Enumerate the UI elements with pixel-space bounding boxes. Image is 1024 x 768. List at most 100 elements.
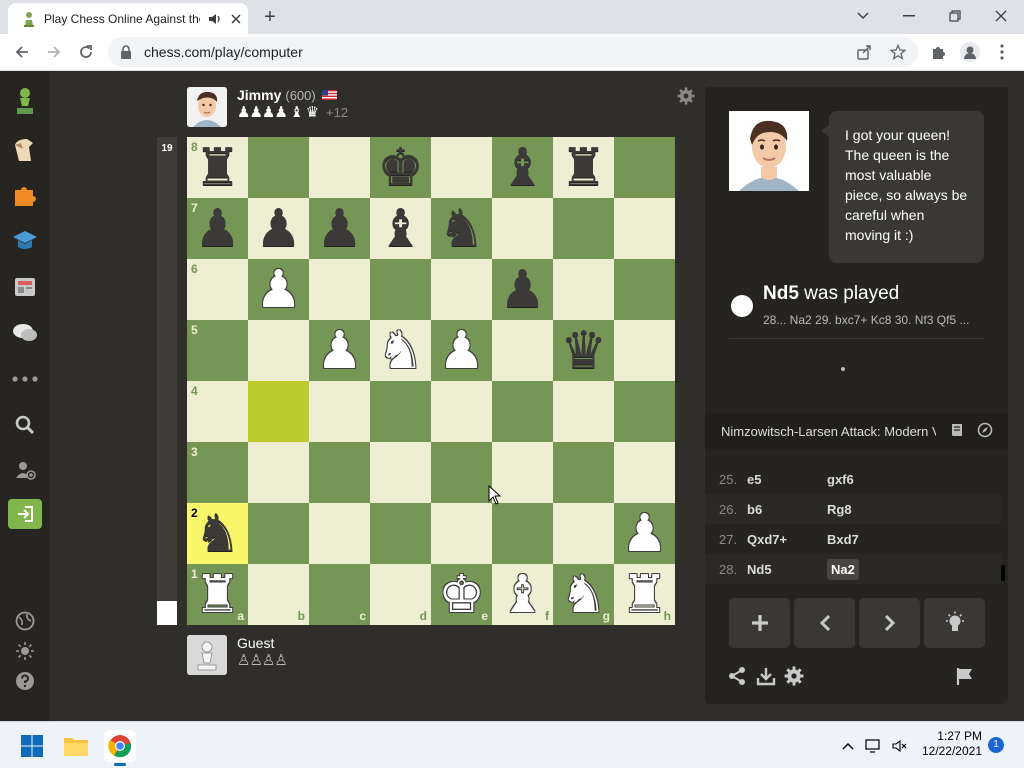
white-knight-icon[interactable]: ♞	[377, 325, 424, 377]
square-d7[interactable]: ♝	[370, 198, 431, 259]
black-move[interactable]: Rg8	[827, 502, 852, 517]
social-icon[interactable]	[9, 317, 41, 349]
square-f8[interactable]: ♝	[492, 137, 553, 198]
square-g5[interactable]: ♛	[553, 320, 614, 381]
black-bishop-icon[interactable]: ♝	[499, 142, 546, 194]
square-h5[interactable]	[614, 320, 675, 381]
new-tab-button[interactable]: +	[258, 6, 282, 28]
address-bar[interactable]: chess.com/play/computer	[108, 37, 918, 67]
white-rook-icon[interactable]: ♜	[194, 569, 241, 621]
tab-search-button[interactable]	[840, 2, 886, 30]
explorer-compass-icon[interactable]	[977, 422, 993, 438]
square-a6[interactable]: 6	[187, 259, 248, 320]
square-f7[interactable]	[492, 198, 553, 259]
white-king-icon[interactable]: ♚	[438, 569, 485, 621]
theme-icon[interactable]	[9, 635, 41, 667]
previous-move-button[interactable]	[794, 598, 855, 648]
square-g1[interactable]: g ♞	[553, 564, 614, 625]
square-e7[interactable]: ♞	[431, 198, 492, 259]
black-king-icon[interactable]: ♚	[377, 142, 424, 194]
square-a3[interactable]: 3	[187, 442, 248, 503]
back-button[interactable]	[8, 38, 36, 66]
square-h1[interactable]: h ♜	[614, 564, 675, 625]
square-a5[interactable]: 5	[187, 320, 248, 381]
forward-button[interactable]	[40, 38, 68, 66]
square-d5[interactable]: ♞	[370, 320, 431, 381]
watch-icon[interactable]	[9, 271, 41, 303]
start-button[interactable]	[16, 730, 48, 762]
white-move[interactable]: b6	[747, 502, 827, 517]
square-b7[interactable]: ♟	[248, 198, 309, 259]
square-h8[interactable]	[614, 137, 675, 198]
square-e1[interactable]: e ♚	[431, 564, 492, 625]
square-e8[interactable]	[431, 137, 492, 198]
puzzles-icon[interactable]	[9, 179, 41, 211]
square-h4[interactable]	[614, 381, 675, 442]
square-b4[interactable]	[248, 381, 309, 442]
white-move[interactable]: Nd5	[747, 562, 827, 577]
square-c6[interactable]	[309, 259, 370, 320]
login-button[interactable]	[8, 499, 42, 529]
square-a4[interactable]: 4	[187, 381, 248, 442]
square-e6[interactable]	[431, 259, 492, 320]
square-d1[interactable]: d	[370, 564, 431, 625]
square-a2[interactable]: 2 ♞	[187, 503, 248, 564]
square-b5[interactable]	[248, 320, 309, 381]
search-icon[interactable]	[9, 409, 41, 441]
square-b6[interactable]: ♟	[248, 259, 309, 320]
language-icon[interactable]	[9, 605, 41, 637]
square-d6[interactable]	[370, 259, 431, 320]
reload-button[interactable]	[72, 38, 100, 66]
black-pawn-icon[interactable]: ♟	[499, 264, 546, 316]
square-g3[interactable]	[553, 442, 614, 503]
black-move[interactable]: Bxd7	[827, 532, 859, 547]
play-icon[interactable]	[9, 133, 41, 165]
black-rook-icon[interactable]: ♜	[560, 142, 607, 194]
square-c5[interactable]: ♟	[309, 320, 370, 381]
black-pawn-icon[interactable]: ♟	[316, 203, 363, 255]
black-bishop-icon[interactable]: ♝	[377, 203, 424, 255]
share-icon[interactable]	[727, 666, 747, 686]
square-b3[interactable]	[248, 442, 309, 503]
square-h7[interactable]	[614, 198, 675, 259]
black-rook-icon[interactable]: ♜	[194, 142, 241, 194]
square-e2[interactable]	[431, 503, 492, 564]
square-d3[interactable]	[370, 442, 431, 503]
square-g7[interactable]	[553, 198, 614, 259]
black-knight-icon[interactable]: ♞	[194, 508, 241, 560]
opening-book-icon[interactable]	[949, 422, 965, 438]
profile-button[interactable]	[956, 38, 984, 66]
add-friend-icon[interactable]	[9, 455, 41, 487]
square-g2[interactable]	[553, 503, 614, 564]
player-name[interactable]: Guest	[237, 635, 287, 651]
learn-icon[interactable]	[9, 225, 41, 257]
move-list-scrollbar[interactable]	[1001, 565, 1005, 581]
square-f5[interactable]	[492, 320, 553, 381]
more-icon[interactable]	[9, 363, 41, 395]
next-move-button[interactable]	[859, 598, 920, 648]
share-icon[interactable]	[856, 44, 872, 60]
restore-button[interactable]	[932, 2, 978, 30]
white-pawn-icon[interactable]: ♟	[255, 264, 302, 316]
square-g4[interactable]	[553, 381, 614, 442]
notification-badge[interactable]: 1	[988, 737, 1004, 753]
square-c8[interactable]	[309, 137, 370, 198]
square-h3[interactable]	[614, 442, 675, 503]
square-b2[interactable]	[248, 503, 309, 564]
square-a7[interactable]: 7 ♟	[187, 198, 248, 259]
opponent-name[interactable]: Jimmy	[237, 87, 281, 103]
black-move[interactable]: gxf6	[827, 472, 854, 487]
square-c2[interactable]	[309, 503, 370, 564]
volume-muted-icon[interactable]	[884, 730, 916, 762]
square-d2[interactable]	[370, 503, 431, 564]
white-pawn-icon[interactable]: ♟	[316, 325, 363, 377]
square-f2[interactable]	[492, 503, 553, 564]
square-f1[interactable]: f ♝	[492, 564, 553, 625]
player-avatar[interactable]	[187, 635, 227, 675]
file-explorer-button[interactable]	[60, 730, 92, 762]
white-pawn-icon[interactable]: ♟	[438, 325, 485, 377]
square-f6[interactable]: ♟	[492, 259, 553, 320]
hint-button[interactable]	[924, 598, 985, 648]
square-f4[interactable]	[492, 381, 553, 442]
square-c1[interactable]: c	[309, 564, 370, 625]
